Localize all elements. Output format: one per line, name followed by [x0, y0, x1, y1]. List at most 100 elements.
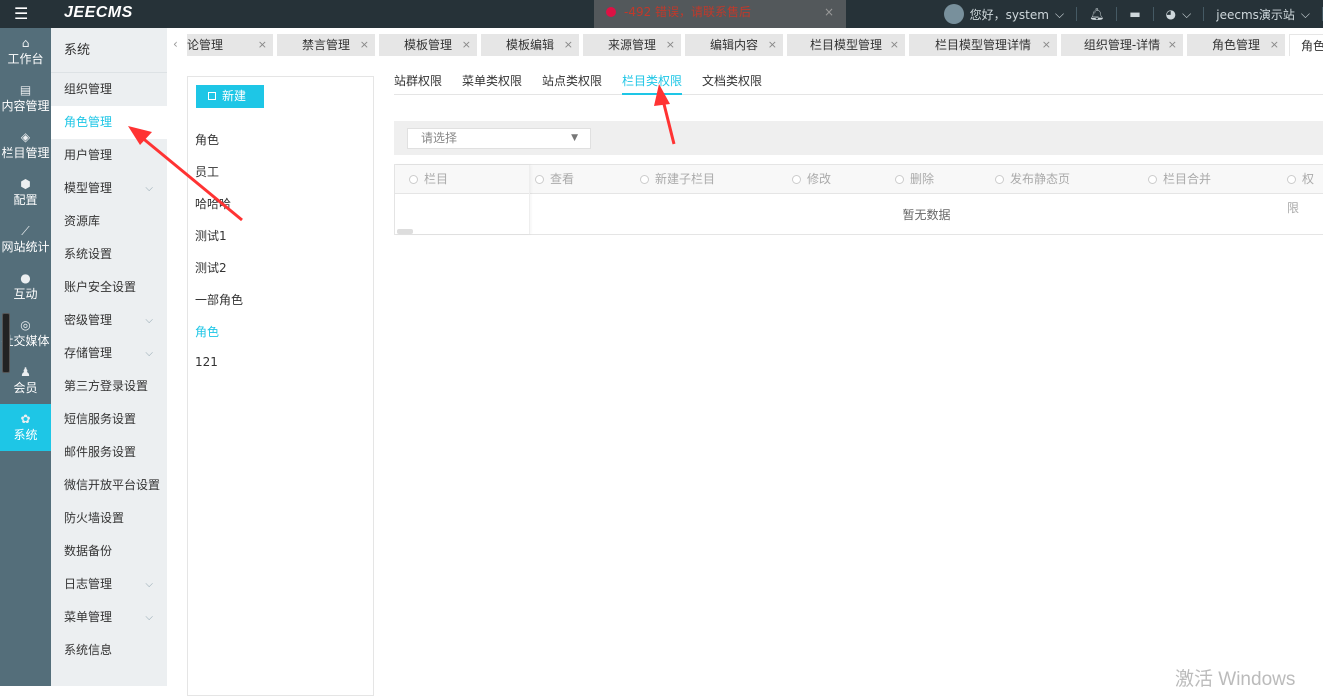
- submenu-item[interactable]: 账户安全设置: [51, 271, 167, 304]
- iconbar-item-2[interactable]: ◈ 栏目管理: [0, 122, 51, 169]
- select-placeholder: 请选择: [421, 131, 458, 145]
- close-icon[interactable]: ×: [462, 34, 471, 56]
- role-item[interactable]: 角色: [195, 131, 219, 148]
- radio-button[interactable]: [995, 175, 1004, 184]
- iconbar-item-8[interactable]: ✿ 系统: [0, 404, 51, 451]
- role-item[interactable]: 测试1: [195, 227, 227, 244]
- submenu-item[interactable]: 系统信息: [51, 634, 167, 667]
- radio-button[interactable]: [895, 175, 904, 184]
- close-icon[interactable]: ×: [258, 34, 267, 56]
- column-label: 发布静态页: [1010, 172, 1071, 186]
- close-icon[interactable]: ×: [666, 34, 675, 56]
- submenu-item[interactable]: 数据备份: [51, 535, 167, 568]
- submenu-item[interactable]: 角色管理: [51, 106, 167, 139]
- submenu-item[interactable]: 组织管理: [51, 73, 167, 106]
- radio-button[interactable]: [1287, 175, 1296, 184]
- horizontal-scrollbar[interactable]: [397, 229, 413, 234]
- tab-item[interactable]: 栏目模型管理详情 ×: [909, 34, 1057, 56]
- column-header[interactable]: 删除: [895, 165, 934, 194]
- iconbar-label: 会员: [13, 381, 38, 395]
- permission-tab[interactable]: 菜单类权限: [462, 72, 522, 89]
- permission-tab[interactable]: 站点类权限: [542, 72, 602, 89]
- column-header[interactable]: 修改: [792, 165, 831, 194]
- radio-button[interactable]: [535, 175, 544, 184]
- chevron-down-icon: ⌵: [1300, 6, 1310, 21]
- submenu-item[interactable]: 邮件服务设置: [51, 436, 167, 469]
- iconbar-item-3[interactable]: ⬢ 配置: [0, 169, 51, 216]
- tab-scroll-left-icon[interactable]: ‹: [173, 37, 178, 51]
- submenu-item[interactable]: 第三方登录设置: [51, 370, 167, 403]
- close-icon[interactable]: ×: [1042, 34, 1051, 56]
- close-icon[interactable]: ×: [564, 34, 573, 56]
- column-header[interactable]: 栏目合并: [1148, 165, 1211, 194]
- permission-tab[interactable]: 栏目类权限: [622, 72, 683, 95]
- radio-button[interactable]: [640, 175, 649, 184]
- hamburger-menu-icon[interactable]: ☰: [14, 4, 28, 23]
- submenu-title: 系统: [51, 28, 167, 73]
- radio-button[interactable]: [792, 175, 801, 184]
- iconbar-item-0[interactable]: ⌂ 工作台: [0, 28, 51, 75]
- error-icon: [606, 7, 616, 17]
- close-icon[interactable]: ×: [1168, 34, 1177, 56]
- submenu-item[interactable]: 系统设置: [51, 238, 167, 271]
- new-role-button[interactable]: 新建: [196, 85, 264, 108]
- toast-message: -492 错误，请联系售后: [624, 5, 752, 19]
- submenu-item[interactable]: 资源库: [51, 205, 167, 238]
- submenu-item[interactable]: 密级管理 ⌵: [51, 304, 167, 337]
- close-icon[interactable]: ×: [890, 34, 899, 56]
- tab-item[interactable]: 编辑内容 ×: [685, 34, 783, 56]
- close-icon[interactable]: ×: [1270, 34, 1279, 56]
- submenu-item[interactable]: 日志管理 ⌵: [51, 568, 167, 601]
- column-header[interactable]: 新建子栏目: [640, 165, 715, 194]
- tab-item[interactable]: 论管理 ×: [187, 34, 273, 56]
- tab-item[interactable]: 组织管理-详情 ×: [1061, 34, 1183, 56]
- notification-button[interactable]: 🔔︎: [1077, 7, 1118, 21]
- close-icon[interactable]: ×: [768, 34, 777, 56]
- submenu-item[interactable]: 防火墙设置: [51, 502, 167, 535]
- tab-label: 模板编辑: [505, 38, 554, 52]
- permission-tab[interactable]: 文档类权限: [702, 72, 762, 89]
- volume-overlay: [2, 313, 10, 373]
- iconbar-item-1[interactable]: ▤ 内容管理: [0, 75, 51, 122]
- tab-item[interactable]: 角色管理 ×: [1187, 34, 1285, 56]
- tab-item[interactable]: 模板管理 ×: [379, 34, 477, 56]
- tab-item[interactable]: 角色管: [1289, 34, 1323, 56]
- role-item[interactable]: 员工: [195, 163, 219, 180]
- close-icon[interactable]: ×: [360, 34, 369, 56]
- role-item[interactable]: 角色: [195, 323, 219, 340]
- submenu-item[interactable]: 微信开放平台设置: [51, 469, 167, 502]
- fixed-column: [395, 165, 530, 234]
- monitor-button[interactable]: ▬: [1117, 7, 1154, 21]
- chevron-down-icon: ⌵: [1182, 6, 1192, 21]
- tab-item[interactable]: 来源管理 ×: [583, 34, 681, 56]
- role-item[interactable]: 一部角色: [195, 291, 243, 308]
- submenu-item[interactable]: 用户管理: [51, 139, 167, 172]
- role-item[interactable]: 测试2: [195, 259, 227, 276]
- submenu-item[interactable]: 存储管理 ⌵: [51, 337, 167, 370]
- main-content: 新建 角色 员工 哈哈哈 测试1 测试2 一部角色 角色 121 站群权限 菜单类权限 站点类权限…: [167, 62, 1323, 696]
- submenu-item[interactable]: 菜单管理 ⌵: [51, 601, 167, 634]
- toast-close-button[interactable]: ×: [824, 0, 834, 24]
- tab-item[interactable]: 模板编辑 ×: [481, 34, 579, 56]
- submenu-item-label: 账户安全设置: [64, 280, 137, 294]
- tab-item[interactable]: 禁言管理 ×: [277, 34, 375, 56]
- site-select[interactable]: 请选择 ▼: [407, 128, 591, 149]
- tab-item[interactable]: 栏目模型管理 ×: [787, 34, 905, 56]
- iconbar-item-4[interactable]: ⟋ 网站统计: [0, 216, 51, 263]
- iconbar-item-5[interactable]: ● 互动: [0, 263, 51, 310]
- submenu-item[interactable]: 短信服务设置: [51, 403, 167, 436]
- column-header[interactable]: 查看: [535, 165, 574, 194]
- new-button-label: 新建: [222, 89, 247, 103]
- role-item[interactable]: 哈哈哈: [195, 195, 231, 212]
- radio-button[interactable]: [1148, 175, 1157, 184]
- theme-button[interactable]: ◕ ⌵: [1154, 7, 1205, 21]
- tab-label: 组织管理-详情: [1083, 38, 1161, 52]
- column-header[interactable]: 发布静态页: [995, 165, 1070, 194]
- iconbar-label: 栏目管理: [1, 146, 50, 160]
- submenu-item[interactable]: 模型管理 ⌵: [51, 172, 167, 205]
- submenu-item-label: 菜单管理: [64, 610, 113, 624]
- user-menu[interactable]: 您好，system ⌵: [932, 4, 1078, 24]
- site-selector[interactable]: jeecms演示站 ⌵: [1204, 6, 1323, 22]
- permission-tab[interactable]: 站群权限: [394, 72, 442, 89]
- role-item[interactable]: 121: [195, 355, 218, 369]
